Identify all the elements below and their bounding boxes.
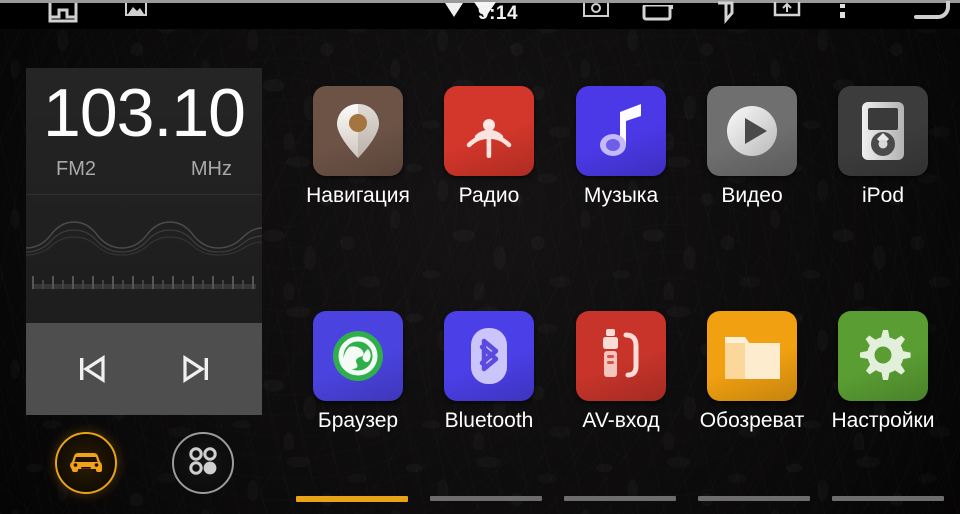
page-dash-2[interactable] [564, 496, 676, 501]
back-arrow-icon[interactable] [900, 0, 952, 34]
page-dash-4[interactable] [832, 496, 944, 501]
screen-icon [642, 3, 676, 32]
app-map-pin[interactable]: Навигация [292, 86, 424, 208]
app-play-circle[interactable]: Видео [686, 86, 818, 208]
app-bluetooth[interactable]: Bluetooth [423, 311, 555, 433]
home-screen: 9:14 103.10 FM2 MHz Навигация Радио Музы… [0, 0, 960, 514]
app-label: Bluetooth [444, 409, 534, 432]
app-av-input[interactable]: AV-вход [555, 311, 687, 433]
dock-home-button[interactable] [55, 432, 117, 494]
music-note-icon [576, 86, 666, 176]
transport-bar [26, 323, 262, 415]
page-dash-3[interactable] [698, 496, 810, 501]
app-music-note[interactable]: Музыка [555, 86, 687, 208]
page-dash-1[interactable] [430, 496, 542, 501]
globe-icon [313, 311, 403, 401]
frequency-display: 103.10 [26, 72, 262, 154]
sdcard-icon [47, 0, 79, 34]
car-icon [66, 446, 106, 481]
app-label: Браузер [317, 409, 399, 432]
flag-icon [714, 1, 738, 34]
page-indicator[interactable] [296, 496, 944, 502]
usb-upload-icon [772, 0, 802, 33]
radio-widget[interactable]: 103.10 FM2 MHz [26, 68, 262, 415]
ipod-icon [838, 86, 928, 176]
image-icon [124, 0, 148, 32]
unit-label: MHz [190, 158, 232, 180]
camera-icon [582, 0, 610, 32]
wifi-signal-icon [443, 1, 465, 30]
app-ipod[interactable]: iPod [817, 86, 949, 208]
apps-grid-icon [185, 443, 221, 484]
av-input-icon [576, 311, 666, 401]
folder-icon [707, 311, 797, 401]
app-gear[interactable]: Настройки [817, 311, 949, 433]
frequency-value: 103.10 [43, 75, 246, 151]
app-globe[interactable]: Браузер [292, 311, 424, 433]
app-label: Обозреват [699, 409, 805, 432]
band-row: FM2 MHz [26, 158, 262, 184]
app-broadcast[interactable]: Радио [423, 86, 555, 208]
broadcast-icon [444, 86, 534, 176]
app-label: Навигация [306, 184, 410, 207]
tuning-scale[interactable] [32, 273, 256, 291]
app-label: Настройки [831, 409, 935, 432]
app-label: Видео [721, 184, 783, 207]
more-vertical-icon[interactable] [838, 2, 848, 33]
dock-apps-button[interactable] [172, 432, 234, 494]
app-label: Радио [458, 184, 520, 207]
next-station-button[interactable] [168, 341, 224, 397]
app-folder[interactable]: Обозреват [686, 311, 818, 433]
band-label: FM2 [56, 158, 96, 180]
page-dash-0[interactable] [296, 496, 408, 502]
map-pin-icon [313, 86, 403, 176]
bluetooth-icon [444, 311, 534, 401]
app-label: AV-вход [582, 409, 660, 432]
widget-divider [26, 194, 262, 195]
status-clock: 9:14 [478, 3, 519, 24]
previous-station-button[interactable] [64, 341, 120, 397]
play-circle-icon [707, 86, 797, 176]
status-bar: 9:14 [0, 0, 960, 29]
app-label: Музыка [583, 184, 659, 207]
waveform-graphic [26, 210, 262, 262]
app-label: iPod [861, 184, 905, 207]
gear-icon [838, 311, 928, 401]
